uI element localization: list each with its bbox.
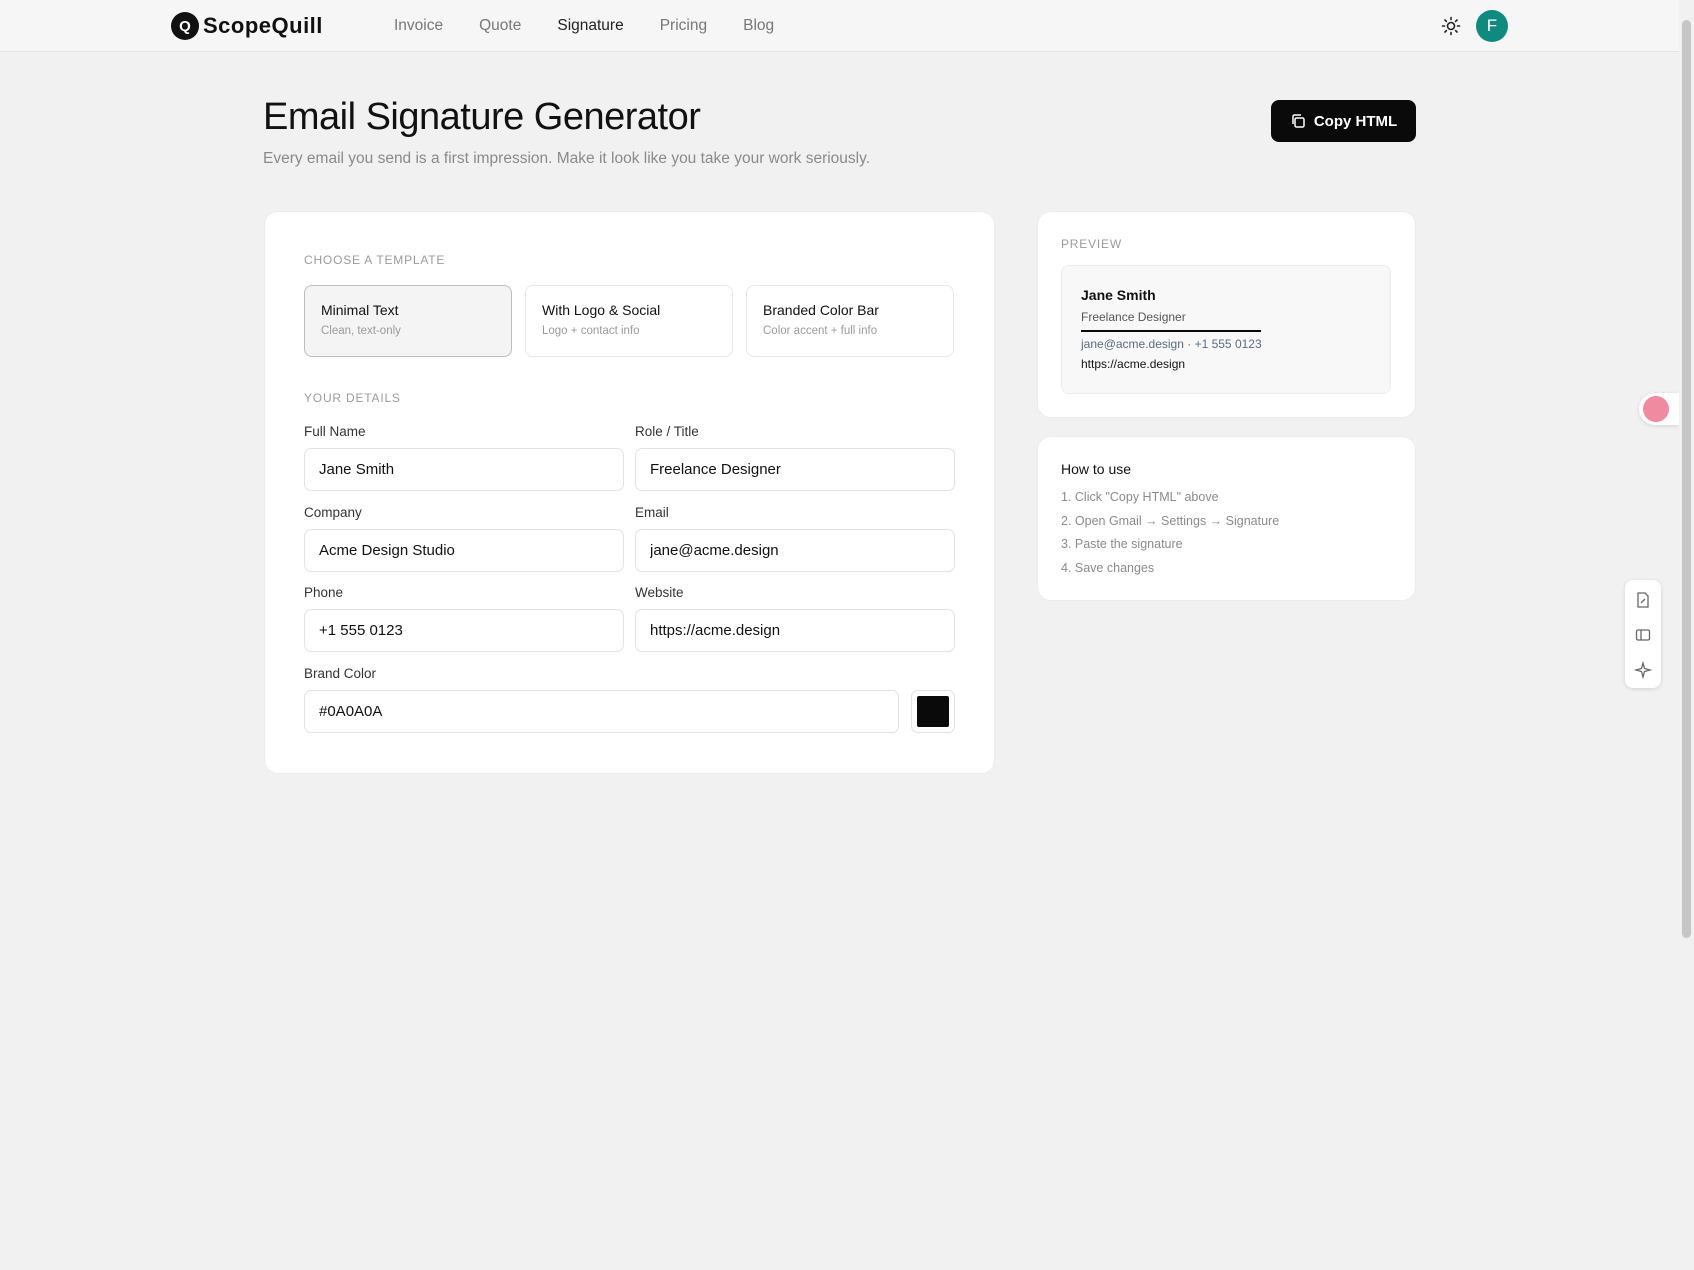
email-label: Email	[635, 505, 669, 520]
sparkle-icon[interactable]	[1634, 661, 1652, 679]
website-input[interactable]	[635, 609, 955, 652]
brand-color-label: Brand Color	[304, 666, 377, 681]
preview-contact: jane@acme.design · +1 555 0123	[1081, 337, 1262, 351]
avatar[interactable]: F	[1476, 10, 1508, 42]
full-name-label: Full Name	[304, 424, 366, 439]
copy-html-label: Copy HTML	[1313, 112, 1398, 130]
logo-text: ScopeQuill	[203, 13, 323, 38]
nav-link-blog[interactable]: Blog	[743, 17, 774, 35]
translate-icon	[1643, 396, 1669, 422]
side-toolbar	[1625, 580, 1661, 688]
preview-name: Jane Smith	[1081, 287, 1156, 303]
nav-link-invoice[interactable]: Invoice	[394, 17, 443, 35]
nav-link-pricing[interactable]: Pricing	[660, 17, 707, 35]
template-title: Minimal Text	[321, 302, 399, 318]
brand-color-input[interactable]	[304, 690, 899, 733]
howto-step: 4. Save changes	[1061, 561, 1155, 575]
role-label: Role / Title	[635, 424, 699, 439]
page-subtitle: Every email you send is a first impressi…	[263, 150, 871, 167]
top-nav: Q ScopeQuill Invoice Quote Signature Pri…	[0, 0, 1679, 52]
brand-color-swatch[interactable]	[911, 690, 955, 733]
logo[interactable]: Q ScopeQuill	[171, 12, 323, 40]
preview-website: https://acme.design	[1081, 357, 1186, 371]
template-subtitle: Clean, text-only	[321, 325, 401, 337]
nav-link-signature[interactable]: Signature	[557, 17, 623, 35]
howto-title: How to use	[1061, 461, 1132, 477]
nav-link-quote[interactable]: Quote	[479, 17, 521, 35]
preview-section-label: PREVIEW	[1061, 237, 1122, 251]
template-title: With Logo & Social	[542, 302, 661, 318]
copy-icon	[1292, 114, 1305, 128]
template-option-logo-social[interactable]: With Logo & Social Logo + contact info	[525, 285, 733, 357]
company-input[interactable]	[304, 529, 624, 572]
template-option-branded-bar[interactable]: Branded Color Bar Color accent + full in…	[746, 285, 954, 357]
template-section-label: CHOOSE A TEMPLATE	[304, 253, 446, 267]
details-section-label: YOUR DETAILS	[304, 391, 401, 405]
color-swatch-fill	[917, 696, 949, 727]
scrollbar-thumb[interactable]	[1682, 20, 1691, 938]
howto-step: 3. Paste the signature	[1061, 537, 1183, 551]
full-name-input[interactable]	[304, 448, 624, 491]
template-subtitle: Logo + contact info	[542, 325, 640, 337]
edit-doc-icon[interactable]	[1634, 591, 1652, 609]
logo-mark-icon: Q	[171, 12, 199, 40]
page-title: Email Signature Generator	[263, 96, 701, 138]
website-label: Website	[635, 585, 684, 600]
phone-input[interactable]	[304, 609, 624, 652]
howto-step: 2. Open Gmail → Settings → Signature	[1061, 514, 1280, 528]
main-nav: Invoice Quote Signature Pricing Blog	[394, 0, 774, 52]
template-title: Branded Color Bar	[763, 302, 879, 318]
role-input[interactable]	[635, 448, 955, 491]
phone-label: Phone	[304, 585, 344, 600]
sun-icon	[1441, 16, 1461, 36]
theme-toggle-button[interactable]	[1440, 15, 1462, 37]
copy-html-button[interactable]: Copy HTML	[1271, 100, 1416, 142]
sidebar-icon[interactable]	[1634, 626, 1652, 644]
template-subtitle: Color accent + full info	[763, 325, 878, 337]
preview-role: Freelance Designer	[1081, 310, 1261, 332]
template-option-minimal[interactable]: Minimal Text Clean, text-only	[304, 285, 512, 357]
translate-button[interactable]	[1639, 393, 1679, 425]
email-input[interactable]	[635, 529, 955, 572]
company-label: Company	[304, 505, 362, 520]
howto-step: 1. Click "Copy HTML" above	[1061, 490, 1219, 504]
